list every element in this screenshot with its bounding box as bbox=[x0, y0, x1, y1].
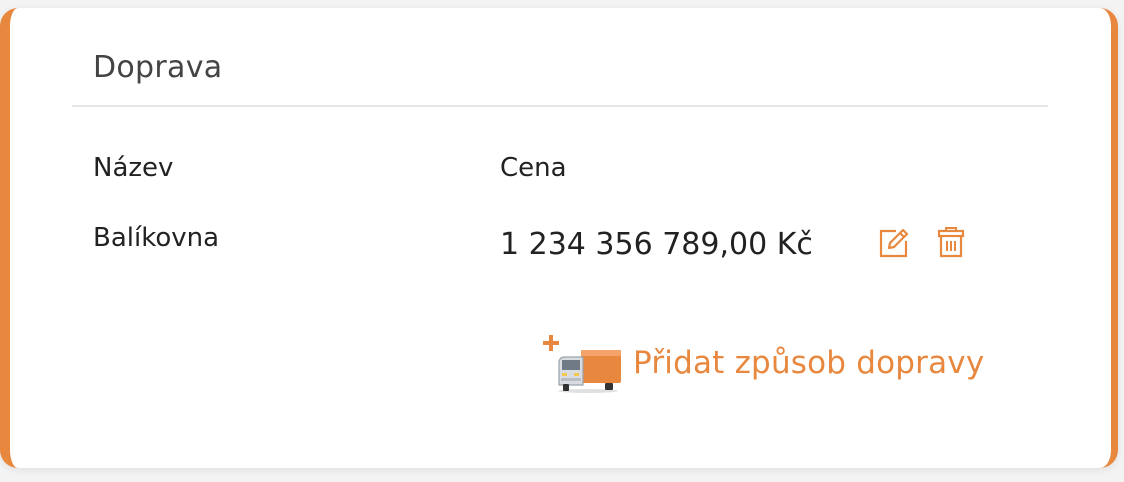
edit-button[interactable] bbox=[876, 226, 910, 260]
trash-icon bbox=[937, 227, 965, 258]
add-shipping-method-label: Přidat způsob dopravy bbox=[633, 345, 985, 381]
truck-plus-icon bbox=[543, 335, 621, 393]
add-shipping-method-button[interactable]: Přidat způsob dopravy bbox=[543, 333, 984, 393]
column-header-name: Název bbox=[93, 153, 174, 183]
title-divider bbox=[72, 105, 1048, 107]
card-title: Doprava bbox=[93, 50, 223, 85]
shipping-method-price: 1 234 356 789,00 Kč bbox=[500, 227, 813, 262]
column-header-price: Cena bbox=[500, 153, 567, 183]
shipping-method-name: Balíkovna bbox=[93, 223, 220, 253]
edit-icon bbox=[879, 228, 909, 258]
delete-button[interactable] bbox=[934, 226, 968, 260]
shipping-card: Doprava Název Cena Balíkovna 1 234 356 7… bbox=[0, 8, 1118, 468]
